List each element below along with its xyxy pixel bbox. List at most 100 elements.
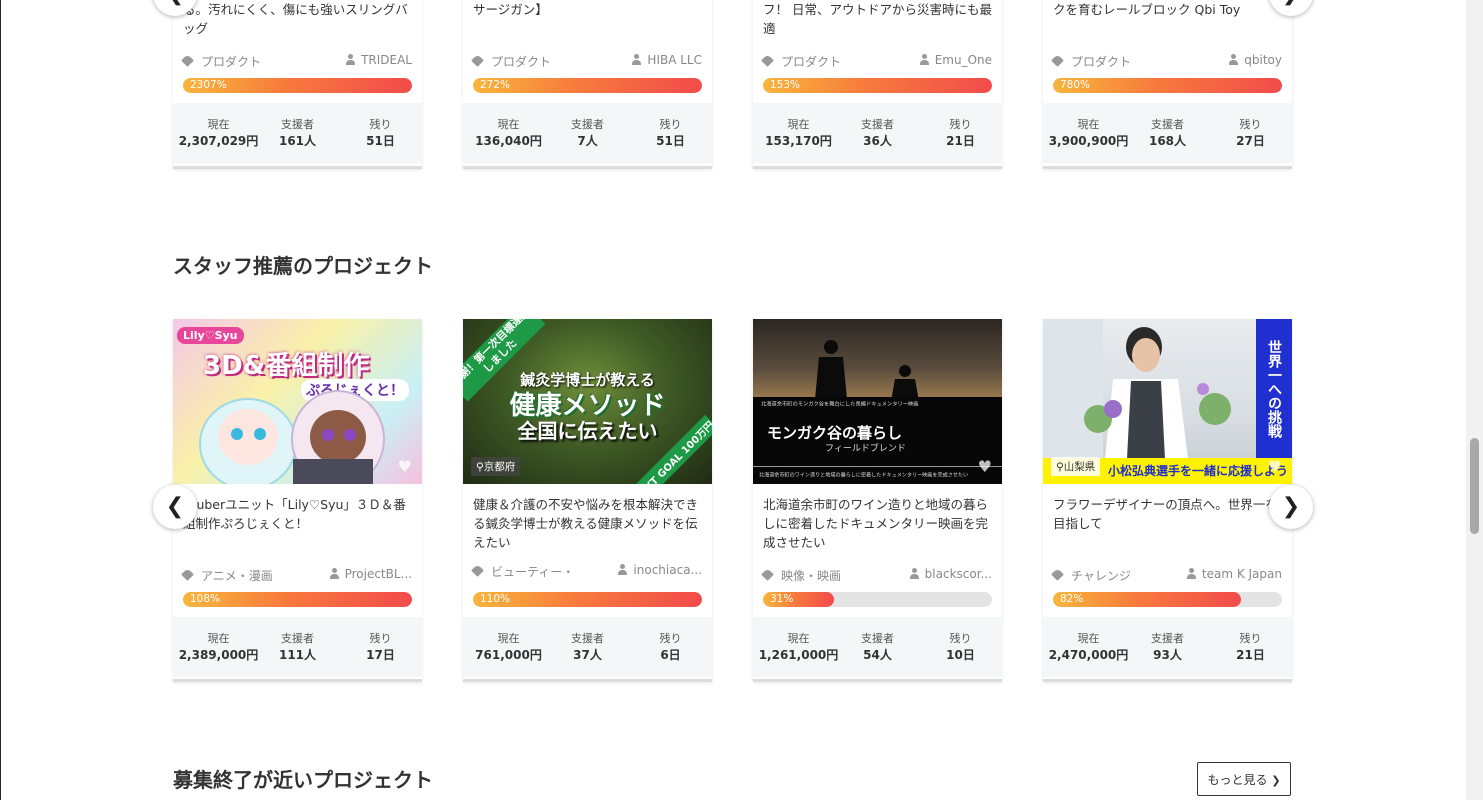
map-pin-icon: ⚲ (476, 461, 484, 473)
stat-label: 支援者 (861, 118, 894, 131)
owner-link[interactable]: ProjectBL... (329, 567, 412, 581)
category-link[interactable]: プロダクト (181, 53, 261, 70)
project-thumbnail[interactable]: Lily♡Syu 3D&番組制作 ぷろじぇくと！ ♥ (173, 319, 422, 484)
character-illustration (199, 390, 385, 484)
image-vertical-text: 世界一への挑戦 (1256, 319, 1292, 459)
project-card[interactable]: る。汚れにくく、傷にも強いスリングバッグ プロダクト TRIDEAL 2307%… (173, 0, 422, 169)
owner-link[interactable]: HIBA LLC (632, 53, 702, 67)
project-thumbnail[interactable]: 北海道余市町のモンガク谷を舞台にした長編ドキュメンタリー映画 モンガク谷の暮らし… (753, 319, 1002, 484)
owner-link[interactable]: blackscor... (909, 567, 992, 581)
stat-label: 支援者 (281, 632, 314, 645)
stat-label: 支援者 (1151, 118, 1184, 131)
project-meta: アニメ・漫画 ProjectBL... (181, 567, 412, 584)
current-amount: 136,040円 (475, 134, 542, 148)
category-link[interactable]: 映像・映画 (761, 567, 841, 584)
project-thumbnail[interactable]: 世界一への挑戦 小松弘典選手を一緒に応援しよう ⚲山梨県 ♥ (1043, 319, 1292, 484)
project-card[interactable]: クを育むレールブロック Qbi Toy プロダクト qbitoy 780% 現在… (1043, 0, 1292, 169)
tag-icon (471, 54, 484, 67)
progress-bar: 153% (763, 78, 992, 93)
category-link[interactable]: アニメ・漫画 (181, 567, 273, 584)
progress-bar: 272% (473, 78, 702, 93)
progress-percent: 272% (480, 79, 511, 91)
progress-bar: 2307% (183, 78, 412, 93)
owner-link[interactable]: team K Japan (1186, 567, 1282, 581)
favorite-heart-icon[interactable]: ♥ (1268, 457, 1282, 476)
category-link[interactable]: ビューティー・ (471, 563, 574, 580)
map-pin-icon: ⚲ (1056, 461, 1064, 473)
stat-label: 支援者 (861, 632, 894, 645)
owner-link[interactable]: qbitoy (1229, 53, 1282, 67)
days-remaining: 21日 (1236, 648, 1265, 662)
days-remaining: 51日 (656, 134, 685, 148)
image-tagline: フィールドブレンド (825, 444, 906, 454)
days-remaining: 6日 (660, 648, 681, 662)
project-card[interactable]: フ！ 日常、アウトドアから災害時にも最適 プロダクト Emu_One 153% … (753, 0, 1002, 169)
progress-bar: 82% (1053, 592, 1282, 607)
project-stats: 現在 2,470,000円 支援者 93人 残り 21日 (1043, 617, 1292, 677)
stat-label: 現在 (1077, 632, 1100, 645)
project-title[interactable]: Vtuberユニット「Lily♡Syu」３Ｄ＆番組制作ぷろじぇくと！ (183, 495, 412, 533)
current-amount: 2,307,029円 (178, 134, 259, 148)
stat-label: 残り (949, 118, 972, 131)
project-title[interactable]: サージガン】 (473, 0, 702, 19)
carousel-next-button[interactable]: ❯ (1269, 485, 1313, 529)
stat-label: 支援者 (571, 632, 604, 645)
supporter-count: 54人 (863, 648, 892, 662)
project-card[interactable]: サージガン】 プロダクト HIBA LLC 272% 現在 136,040円 支援… (463, 0, 712, 169)
scrollbar-thumb[interactable] (1470, 438, 1479, 534)
owner-link[interactable]: TRIDEAL (346, 53, 412, 67)
project-stats: 現在 3,900,900円 支援者 168人 残り 27日 (1043, 103, 1292, 163)
project-card[interactable]: Lily♡Syu 3D&番組制作 ぷろじぇくと！ ♥ Vtuberユニット「Li… (173, 319, 422, 682)
project-meta: ビューティー・ inochiaca... (471, 563, 702, 580)
owner-link[interactable]: Emu_One (919, 53, 992, 67)
stat-label: 現在 (1077, 118, 1100, 131)
tag-icon (1051, 568, 1064, 581)
user-icon (1186, 568, 1196, 579)
supporter-count: 37人 (573, 648, 602, 662)
category-link[interactable]: チャレンジ (1051, 567, 1131, 584)
category-link[interactable]: プロダクト (471, 53, 551, 70)
owner-link[interactable]: inochiaca... (618, 563, 702, 577)
category-link[interactable]: プロダクト (1051, 53, 1131, 70)
project-meta: プロダクト qbitoy (1051, 53, 1282, 70)
chevron-left-icon: ❮ (166, 0, 184, 5)
stat-label: 支援者 (1151, 632, 1184, 645)
project-title[interactable]: フ！ 日常、アウトドアから災害時にも最適 (763, 0, 992, 38)
stat-label: 支援者 (281, 118, 314, 131)
project-title[interactable]: 北海道余市町のワイン造りと地域の暮らしに密着したドキュメンタリー映画を完成させた… (763, 495, 992, 552)
current-amount: 153,170円 (765, 134, 832, 148)
progress-bar: 110% (473, 592, 702, 607)
progress-percent: 780% (1060, 79, 1091, 91)
stat-label: 残り (659, 632, 682, 645)
user-icon (346, 54, 356, 65)
project-stats: 現在 2,389,000円 支援者 111人 残り 17日 (173, 617, 422, 677)
current-amount: 1,261,000円 (758, 648, 839, 662)
project-title[interactable]: 健康＆介護の不安や悩みを根本解決できる鍼灸学博士が教える健康メソッドを伝えたい (473, 495, 702, 552)
progress-percent: 153% (770, 79, 801, 91)
progress-bar: 780% (1053, 78, 1282, 93)
scrollbar[interactable] (1466, 0, 1483, 800)
stat-label: 現在 (787, 632, 810, 645)
stat-label: 残り (369, 118, 392, 131)
carousel-prev-button[interactable]: ❮ (153, 485, 197, 529)
progress-bar: 108% (183, 592, 412, 607)
favorite-heart-icon[interactable]: ♥ (398, 457, 412, 476)
project-title[interactable]: クを育むレールブロック Qbi Toy (1053, 0, 1282, 19)
see-more-button[interactable]: もっと見る ❯ (1197, 762, 1291, 796)
project-title[interactable]: フラワーデザイナーの頂点へ。世界一を目指して (1053, 495, 1282, 533)
category-link[interactable]: プロダクト (761, 53, 841, 70)
project-card[interactable]: 北海道余市町のモンガク谷を舞台にした長編ドキュメンタリー映画 モンガク谷の暮らし… (753, 319, 1002, 682)
favorite-heart-icon[interactable]: ♥ (978, 457, 992, 476)
project-card[interactable]: 感謝！第一次目標達成しました 鍼灸学博士が教える 健康メソッド 全国に伝えたい … (463, 319, 712, 682)
current-amount: 3,900,900円 (1048, 134, 1129, 148)
project-meta: チャレンジ team K Japan (1051, 567, 1282, 584)
project-stats: 現在 2,307,029円 支援者 161人 残り 51日 (173, 103, 422, 163)
project-meta: プロダクト HIBA LLC (471, 53, 702, 70)
project-thumbnail[interactable]: 感謝！第一次目標達成しました 鍼灸学博士が教える 健康メソッド 全国に伝えたい … (463, 319, 712, 484)
days-remaining: 10日 (946, 648, 975, 662)
project-meta: プロダクト TRIDEAL (181, 53, 412, 70)
project-title[interactable]: る。汚れにくく、傷にも強いスリングバッグ (183, 0, 412, 38)
project-card[interactable]: 世界一への挑戦 小松弘典選手を一緒に応援しよう ⚲山梨県 ♥ フラワーデザイナー… (1043, 319, 1292, 682)
stat-label: 現在 (497, 118, 520, 131)
prefecture-badge: ⚲京都府 (471, 457, 521, 476)
